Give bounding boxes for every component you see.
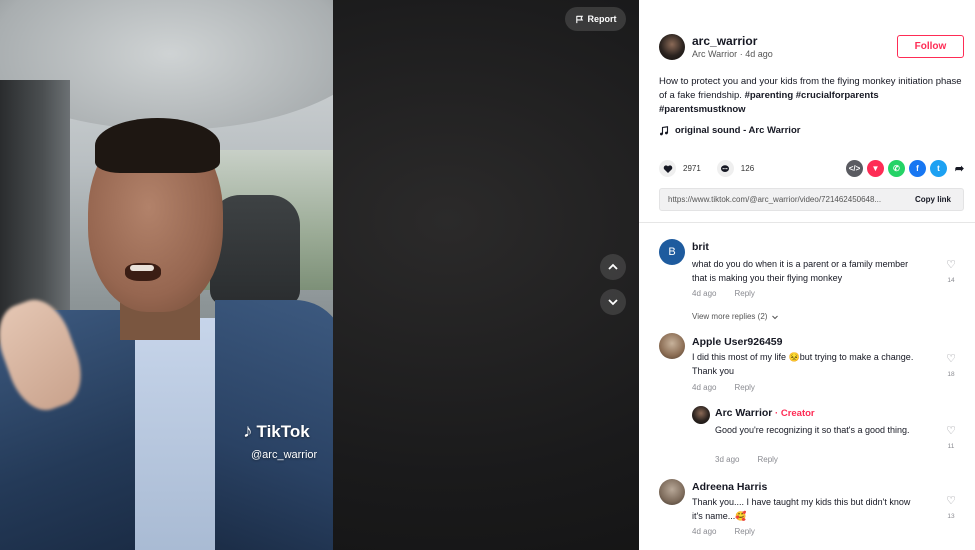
comment-item: Apple User926459 I did this most of my l… (659, 333, 959, 403)
emoji: 🥰 (735, 511, 747, 521)
author-meta: Arc Warrior · 4d ago (692, 49, 773, 59)
video-player[interactable]: ♪ TikTok @arc_warrior Report (0, 0, 639, 550)
comment-time: 3d ago (715, 455, 740, 464)
reply-button[interactable]: Reply (757, 455, 777, 464)
author-handle[interactable]: arc_warrior (692, 34, 757, 48)
avatar[interactable] (692, 406, 710, 424)
avatar[interactable] (659, 479, 685, 505)
comment-text-part: I did this most of my life (692, 352, 789, 362)
copy-link-button[interactable]: Copy link (905, 195, 951, 204)
comment-text: what do you do when it is a parent or a … (692, 259, 909, 283)
comment-like-button[interactable]: ♡ 18 (944, 349, 958, 378)
comment-time: 4d ago (692, 289, 717, 298)
comment-like-count: 11 (947, 443, 955, 450)
sound-link[interactable]: original sound - Arc Warrior (659, 125, 800, 136)
heart-icon (663, 164, 672, 173)
author-display-name: Arc Warrior (692, 49, 738, 59)
comment-like-button[interactable]: ♡ 14 (944, 255, 958, 284)
chevron-up-icon (608, 263, 618, 270)
heart-outline-icon: ♡ (946, 259, 956, 271)
report-button[interactable]: Report (565, 7, 626, 31)
comment-meta: 3d ago Reply (715, 455, 778, 464)
comment-meta: 4d ago Reply (692, 383, 755, 392)
car-headrest (210, 195, 300, 305)
next-video-button[interactable] (600, 289, 626, 315)
watermark-brand: TikTok (256, 422, 310, 441)
comment-time: 4d ago (692, 527, 717, 536)
tiktok-watermark: ♪ TikTok @arc_warrior (243, 421, 317, 461)
follow-button[interactable]: Follow (897, 35, 964, 58)
reply-username[interactable]: Arc Warrior (715, 407, 772, 419)
tiktok-note-icon: ♪ (243, 421, 253, 442)
comment-button[interactable] (716, 160, 734, 177)
hashtag-crucialforparents[interactable]: #crucialforparents (796, 90, 879, 101)
reply-button[interactable]: Reply (734, 527, 754, 536)
comment-icon (721, 164, 730, 172)
comment-time: 4d ago (692, 383, 717, 392)
emoji: 😣 (788, 352, 800, 362)
comment-username: Arc Warrior · Creator (715, 407, 815, 419)
comment-text-part: Thank you.... I have taught my kids this… (692, 497, 911, 521)
video-url: https://www.tiktok.com/@arc_warrior/vide… (668, 195, 882, 204)
view-replies-label: View more replies (2) (692, 312, 768, 321)
twitter-icon[interactable]: t (930, 160, 947, 177)
reply-button[interactable]: Reply (734, 383, 754, 392)
copy-link-box: https://www.tiktok.com/@arc_warrior/vide… (659, 188, 964, 211)
chevron-down-icon (608, 299, 618, 306)
comment-like-count: 13 (947, 513, 955, 520)
comment-list: B brit what do you do when it is a paren… (639, 222, 975, 550)
flag-icon (575, 15, 583, 23)
video-frame[interactable] (0, 0, 333, 550)
author-avatar[interactable] (659, 34, 685, 60)
watermark-handle: @arc_warrior (251, 449, 318, 461)
share-arrow-icon[interactable]: ➦ (951, 160, 968, 177)
tiktok-logo: ♪ TikTok (243, 421, 317, 443)
reply-item: Arc Warrior · Creator Good you're recogn… (692, 406, 962, 468)
like-button[interactable] (659, 160, 676, 177)
like-count: 2971 (683, 164, 701, 173)
previous-video-button[interactable] (600, 254, 626, 280)
report-label: Report (587, 14, 617, 24)
avatar[interactable]: B (659, 239, 685, 265)
comment-like-count: 14 (947, 277, 955, 284)
creator-badge: · Creator (772, 408, 815, 419)
reddit-icon[interactable]: ▼ (867, 160, 884, 177)
comment-like-button[interactable]: ♡ 11 (944, 421, 958, 450)
comment-username[interactable]: Adreena Harris (692, 481, 767, 493)
post-time: 4d ago (745, 49, 773, 59)
comment-text: Thank you.... I have taught my kids this… (692, 495, 917, 523)
side-panel: arc_warrior Arc Warrior · 4d ago Follow … (639, 0, 975, 550)
comment-item: Adreena Harris Thank you.... I have taug… (659, 479, 959, 549)
comment-meta: 4d ago Reply (692, 527, 755, 536)
music-note-icon (660, 125, 669, 135)
embed-icon[interactable]: </> (846, 160, 863, 177)
comment-text: Good you're recognizing it so that's a g… (715, 425, 910, 435)
reply-button[interactable]: Reply (734, 289, 754, 298)
comment-username[interactable]: brit (692, 241, 709, 253)
comment-text: I did this most of my life 😣but trying t… (692, 350, 917, 378)
comment-username[interactable]: Apple User926459 (692, 336, 782, 348)
comment-like-button[interactable]: ♡ 13 (944, 491, 958, 520)
avatar[interactable] (659, 333, 685, 359)
chevron-down-icon (772, 315, 779, 319)
heart-outline-icon: ♡ (946, 495, 956, 507)
comment-count: 126 (740, 164, 755, 173)
heart-outline-icon: ♡ (946, 425, 956, 437)
hashtag-parentsmustknow[interactable]: #parentsmustknow (659, 104, 746, 115)
video-caption: How to protect you and your kids from th… (659, 75, 964, 117)
comment-like-count: 18 (947, 371, 955, 378)
person-teeth (130, 265, 154, 271)
hashtag-parenting[interactable]: #parenting (745, 90, 794, 101)
engagement-actions: 2971 126 (659, 160, 770, 177)
view-more-replies[interactable]: View more replies (2) (692, 312, 779, 321)
person-hair (95, 118, 220, 173)
heart-outline-icon: ♡ (946, 353, 956, 365)
whatsapp-icon[interactable]: ✆ (888, 160, 905, 177)
facebook-icon[interactable]: f (909, 160, 926, 177)
video-info: arc_warrior Arc Warrior · 4d ago Follow … (639, 0, 975, 222)
sound-label: original sound - Arc Warrior (675, 125, 801, 136)
share-bar: </> ▼ ✆ f t ➦ (846, 160, 968, 177)
comment-meta: 4d ago Reply (692, 289, 755, 298)
